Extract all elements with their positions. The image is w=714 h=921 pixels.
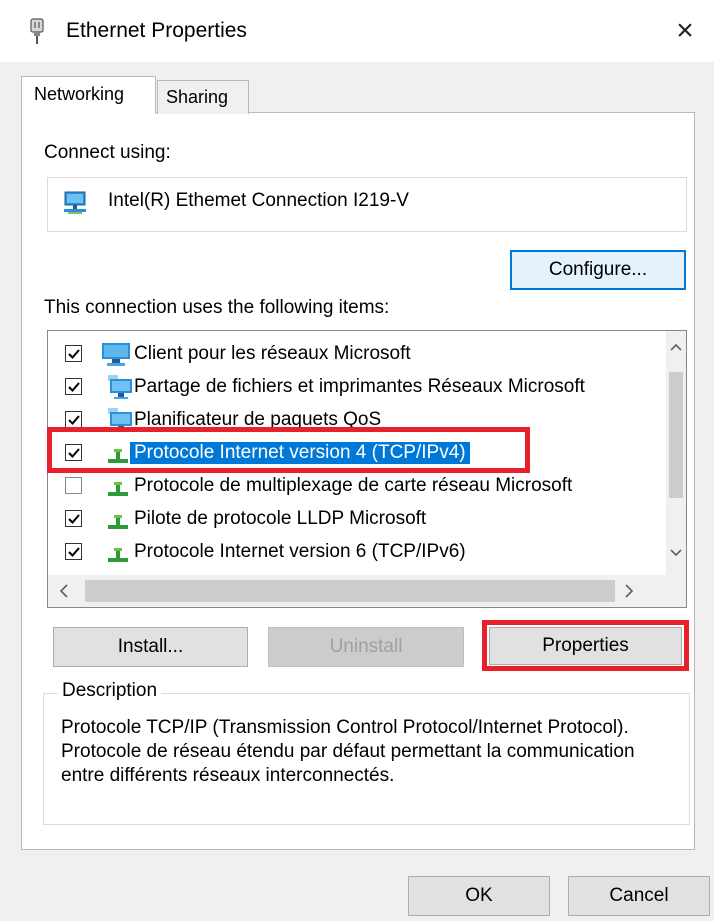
scroll-right-icon[interactable]	[623, 578, 643, 604]
list-item[interactable]: Partage de fichiers et imprimantes Résea…	[48, 370, 668, 403]
items-label: This connection uses the following items…	[44, 297, 390, 318]
checkbox[interactable]	[65, 378, 82, 395]
tab-networking[interactable]: Networking	[21, 76, 156, 114]
cancel-button[interactable]: Cancel	[568, 876, 710, 916]
protocol-icon	[100, 538, 134, 566]
install-button[interactable]: Install...	[53, 627, 248, 667]
tab-sharing[interactable]: Sharing	[157, 80, 249, 114]
list-item[interactable]: Protocole de multiplexage de carte résea…	[48, 469, 668, 502]
checkbox[interactable]	[65, 477, 82, 494]
checkbox[interactable]	[65, 510, 82, 527]
network-client-icon	[100, 340, 134, 368]
checkbox[interactable]	[65, 543, 82, 560]
scroll-left-icon[interactable]	[58, 578, 78, 604]
protocol-icon	[100, 472, 134, 500]
list-item-label: Client pour les réseaux Microsoft	[134, 343, 411, 364]
adapter-name: Intel(R) Ethemet Connection I219-V	[108, 190, 409, 211]
list-item[interactable]: Client pour les réseaux Microsoft	[48, 337, 668, 370]
window-title: Ethernet Properties	[66, 19, 247, 42]
ethernet-plug-icon	[28, 18, 46, 44]
highlight-properties-button	[482, 620, 689, 671]
close-button[interactable]: ×	[662, 10, 708, 52]
checkbox[interactable]	[65, 345, 82, 362]
list-item[interactable]: Protocole Internet version 6 (TCP/IPv6)	[48, 535, 668, 568]
highlight-ipv4-row	[47, 427, 530, 473]
network-service-icon	[100, 373, 134, 401]
list-item[interactable]: Pilote de protocole LLDP Microsoft	[48, 502, 668, 535]
connect-using-label: Connect using:	[44, 142, 171, 163]
scroll-up-icon[interactable]	[666, 339, 686, 365]
list-item-label: Protocole Internet version 6 (TCP/IPv6)	[134, 541, 466, 562]
ok-button[interactable]: OK	[408, 876, 550, 916]
list-item-label: Partage de fichiers et imprimantes Résea…	[134, 376, 585, 397]
list-item-label: Protocole de multiplexage de carte résea…	[134, 475, 573, 496]
protocol-icon	[100, 505, 134, 533]
description-legend: Description	[58, 680, 162, 702]
description-text: Protocole TCP/IP (Transmission Control P…	[61, 717, 635, 786]
scroll-down-icon[interactable]	[666, 545, 686, 571]
horizontal-scroll-thumb[interactable]	[85, 580, 615, 602]
scrollbar-corner	[666, 575, 686, 607]
vertical-scroll-thumb[interactable]	[669, 372, 683, 498]
list-item-label: Pilote de protocole LLDP Microsoft	[134, 508, 427, 529]
checkbox[interactable]	[65, 411, 82, 428]
close-icon: ×	[676, 14, 694, 47]
network-adapter-icon	[62, 188, 90, 216]
configure-button[interactable]: Configure...	[510, 250, 686, 290]
uninstall-button[interactable]: Uninstall	[268, 627, 464, 667]
